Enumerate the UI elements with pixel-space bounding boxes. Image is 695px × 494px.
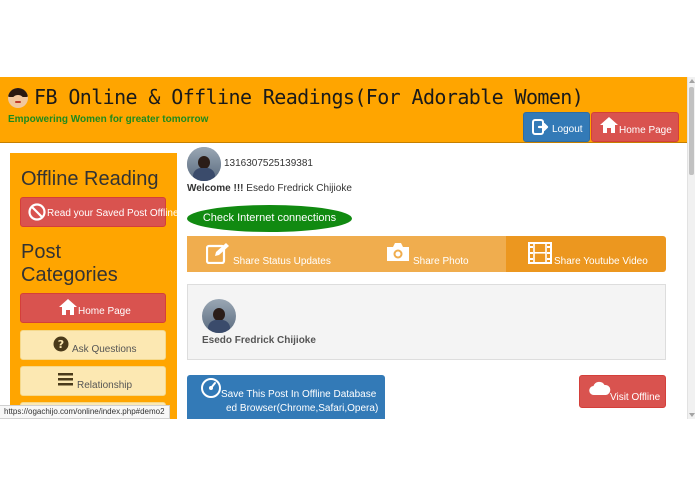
- svg-text:?: ?: [58, 338, 64, 351]
- edit-icon: [206, 243, 229, 264]
- post-author-avatar: [202, 299, 236, 333]
- save-post-offline-button[interactable]: Save This Post In Offline Database ed Br…: [187, 375, 385, 419]
- sidebar-item-label: Home Page: [78, 306, 131, 317]
- sidebar-item-relationship[interactable]: Relationship: [20, 366, 166, 396]
- check-internet-button[interactable]: Check Internet connections: [187, 205, 352, 232]
- browser-viewport: FB Online & Offline Readings(For Adorabl…: [0, 77, 695, 419]
- share-photo-button[interactable]: Share Photo: [346, 236, 506, 272]
- share-status-updates-button[interactable]: Share Status Updates: [187, 236, 346, 272]
- share-label: Share Status Updates: [233, 256, 331, 267]
- scroll-thumb[interactable]: [689, 87, 694, 175]
- site-tagline: Empowering Women for greater tomorrow: [8, 114, 209, 125]
- read-saved-offline-label: Read your Saved Post Offline: [47, 208, 179, 219]
- post-author-name: Esedo Fredrick Chijioke: [202, 335, 316, 346]
- visit-offline-label: Visit Offline: [610, 392, 661, 403]
- brand-avatar-icon: [8, 88, 28, 108]
- share-youtube-video-button[interactable]: Share Youtube Video: [506, 236, 666, 272]
- home-icon: [600, 117, 618, 133]
- dashboard-icon: [201, 378, 221, 398]
- logout-label: Logout: [552, 124, 583, 135]
- site-header: FB Online & Offline Readings(For Adorabl…: [0, 77, 687, 143]
- welcome-name: Esedo Fredrick Chijioke: [246, 183, 352, 194]
- site-title: FB Online & Offline Readings(For Adorabl…: [34, 85, 584, 109]
- menu-lines-icon: [58, 373, 73, 386]
- cloud-icon: [589, 381, 611, 396]
- home-page-label: Home Page: [619, 125, 672, 136]
- link-status-bar: https://ogachijo.com/online/index.php#de…: [0, 405, 170, 419]
- share-label: Share Youtube Video: [554, 256, 648, 267]
- avatar: [187, 147, 221, 181]
- scroll-up-icon[interactable]: [689, 79, 695, 83]
- logout-button[interactable]: Logout: [523, 112, 590, 142]
- post-categories-heading: Post Categories: [21, 241, 118, 286]
- home-page-button[interactable]: Home Page: [591, 112, 679, 142]
- question-circle-icon: ?: [53, 336, 69, 352]
- share-label: Share Photo: [413, 256, 469, 267]
- sidebar-item-label: Relationship: [77, 380, 133, 391]
- sidebar: Offline Reading Read your Saved Post Off…: [10, 153, 179, 419]
- save-post-label-line1: Save This Post In Offline Database: [221, 389, 377, 400]
- logout-icon: [532, 119, 549, 135]
- camera-icon: [387, 243, 409, 261]
- welcome-message: Welcome !!! Esedo Fredrick Chijioke: [187, 183, 352, 194]
- scroll-down-icon[interactable]: [689, 413, 695, 417]
- offline-reading-heading: Offline Reading: [21, 168, 159, 190]
- read-saved-offline-button[interactable]: Read your Saved Post Offline: [20, 197, 179, 227]
- sidebar-item-home-page[interactable]: Home Page: [20, 293, 166, 323]
- home-icon: [59, 299, 77, 315]
- sidebar-item-ask-questions[interactable]: ? Ask Questions: [20, 330, 166, 360]
- save-post-label-line2: ed Browser(Chrome,Safari,Opera): [226, 403, 379, 414]
- user-id: 1316307525139381: [224, 158, 313, 169]
- film-icon: [528, 242, 552, 264]
- visit-offline-button[interactable]: Visit Offline: [579, 375, 666, 408]
- vertical-scrollbar[interactable]: [687, 77, 695, 419]
- post-card: Esedo Fredrick Chijioke: [187, 284, 666, 360]
- welcome-prefix: Welcome !!!: [187, 183, 244, 194]
- sidebar-item-label: Ask Questions: [72, 344, 137, 355]
- ban-icon: [28, 203, 46, 221]
